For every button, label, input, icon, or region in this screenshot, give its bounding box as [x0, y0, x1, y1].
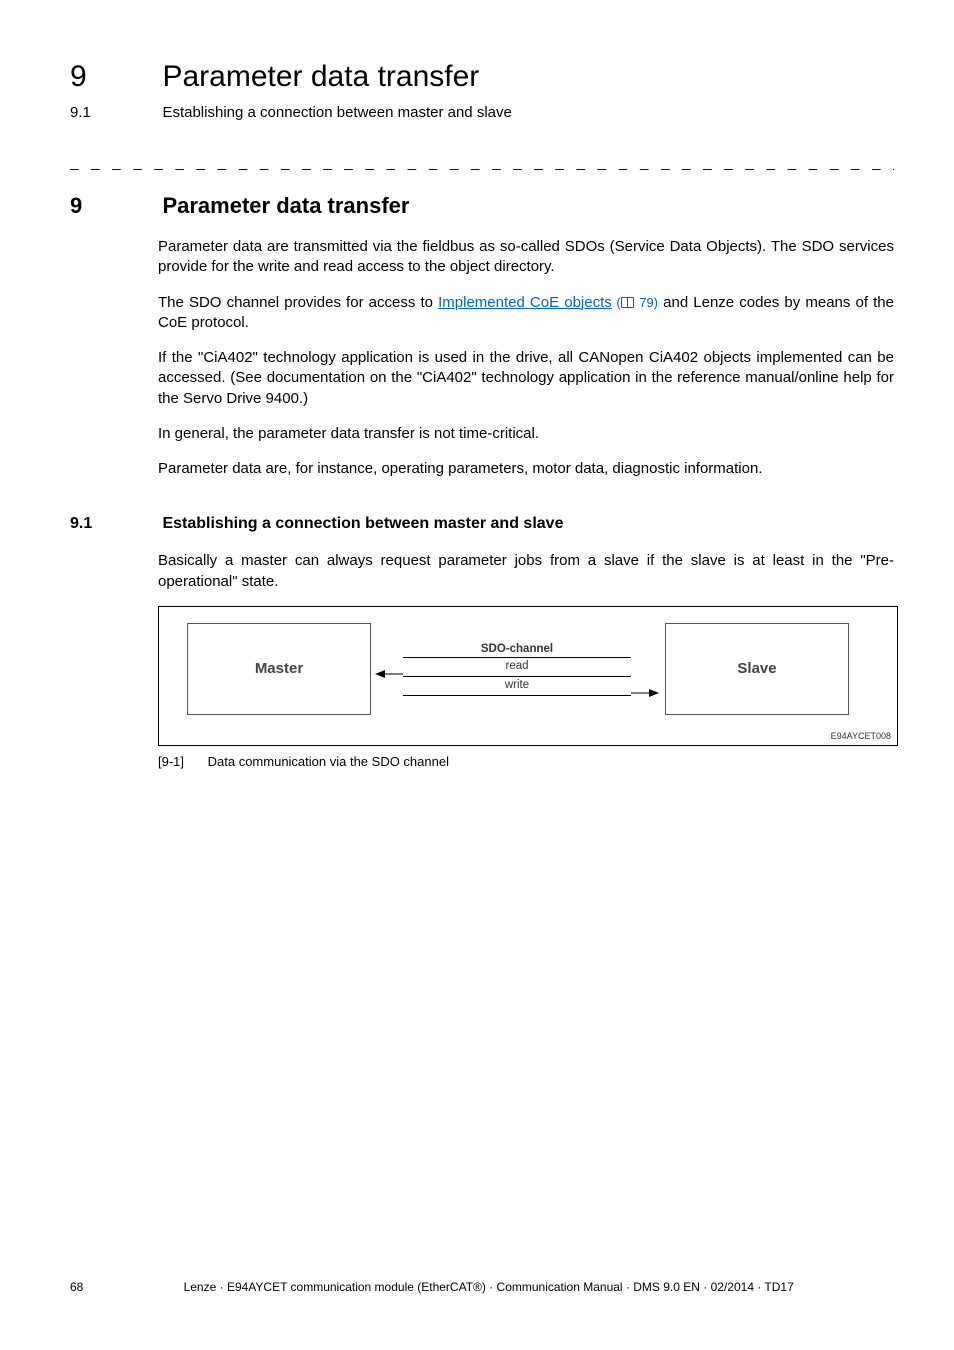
main-section-title: Parameter data transfer: [162, 193, 409, 219]
pageref-num: 79): [635, 295, 658, 310]
subsection-paragraph-1: Basically a master can always request pa…: [158, 551, 894, 592]
chapter-number: 9: [70, 60, 158, 94]
figure-caption-text: Data communication via the SDO channel: [208, 754, 449, 769]
subsection-number: 9.1: [70, 515, 158, 533]
paragraph-3: If the "CiA402" technology application i…: [158, 348, 894, 409]
page-number: 68: [70, 1280, 83, 1294]
write-label: write: [505, 677, 529, 693]
read-row: read: [403, 657, 631, 676]
paragraph-5: Parameter data are, for instance, operat…: [158, 459, 894, 479]
coe-objects-pageref[interactable]: ( 79): [612, 295, 658, 310]
separator-line: _ _ _ _ _ _ _ _ _ _ _ _ _ _ _ _ _ _ _ _ …: [70, 154, 894, 171]
main-section-number: 9: [70, 193, 158, 219]
master-label: Master: [255, 660, 303, 677]
figure-number: [9-1]: [158, 754, 204, 769]
chapter-title: Parameter data transfer: [162, 60, 479, 94]
paragraph-2: The SDO channel provides for access to I…: [158, 293, 894, 334]
header-section-title: Establishing a connection between master…: [162, 104, 511, 121]
master-node: Master: [187, 623, 371, 715]
pageref-open: (: [612, 295, 621, 310]
write-row: write: [403, 676, 631, 696]
diagram-container: Master Slave SDO-channel read write: [158, 606, 894, 746]
page-footer: 68 Lenze · E94AYCET communication module…: [70, 1280, 894, 1294]
book-icon: [621, 297, 634, 308]
figure-caption: [9-1] Data communication via the SDO cha…: [158, 754, 894, 769]
slave-label: Slave: [737, 660, 776, 677]
header-section-number: 9.1: [70, 104, 158, 121]
slave-node: Slave: [665, 623, 849, 715]
subsection-title: Establishing a connection between master…: [162, 515, 563, 533]
coe-objects-link[interactable]: Implemented CoE objects: [438, 294, 612, 311]
diagram-frame: Master Slave SDO-channel read write: [158, 606, 898, 746]
sdo-channel: SDO-channel read write: [403, 643, 631, 696]
arrow-left-icon: [375, 669, 403, 679]
read-label: read: [505, 658, 528, 674]
diagram-code: E94AYCET008: [831, 731, 891, 741]
paragraph-2a: The SDO channel provides for access to: [158, 294, 438, 311]
channel-title: SDO-channel: [403, 643, 631, 655]
paragraph-1: Parameter data are transmitted via the f…: [158, 237, 894, 278]
paragraph-4: In general, the parameter data transfer …: [158, 424, 894, 444]
footer-text: Lenze · E94AYCET communication module (E…: [70, 1280, 894, 1294]
arrow-right-icon: [631, 688, 659, 698]
